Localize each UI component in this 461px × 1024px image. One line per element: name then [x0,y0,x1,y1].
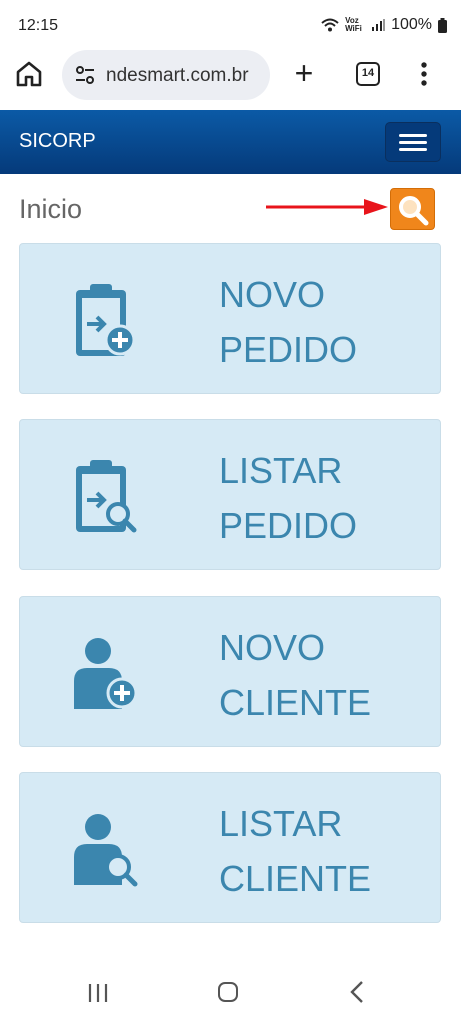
site-settings-icon[interactable] [74,64,96,86]
card-label: LISTAR PEDIDO [219,450,358,546]
status-indicators: Voz WiFi 100% [321,16,447,34]
more-vert-icon [421,62,427,86]
red-arrow-annotation [266,199,388,215]
home-button[interactable] [14,60,44,93]
page-title: Inicio [19,194,83,224]
user-add-icon [74,638,138,709]
battery-icon [438,17,447,33]
clipboard-add-icon [76,284,136,356]
browser-toolbar: ndesmart.com.br + 14 [0,48,461,110]
tab-switcher-button[interactable]: 14 [356,62,380,86]
new-tab-button[interactable]: + [289,56,319,90]
address-bar[interactable]: ndesmart.com.br [62,50,270,100]
battery-percent: 100% [391,16,432,33]
clipboard-search-icon [76,460,137,533]
card-listar-cliente[interactable]: LISTAR CLIENTE [19,772,441,923]
signal-icon [372,19,386,31]
back-icon[interactable] [349,980,365,1004]
system-nav-bar [0,960,461,1024]
user-search-icon [74,814,138,887]
card-listar-pedido[interactable]: LISTAR PEDIDO [19,419,441,570]
home-nav-icon[interactable] [218,982,238,1002]
network-label: Voz WiFi [345,16,362,33]
status-time: 12:15 [18,17,59,34]
home-icon [16,61,42,87]
hamburger-menu-button[interactable] [385,122,441,162]
status-bar: 12:15 Voz WiFi 100% [0,0,461,48]
card-novo-pedido[interactable]: NOVO PEDIDO [19,243,441,394]
hamburger-icon [399,134,427,137]
search-button[interactable] [390,188,435,230]
url-text[interactable]: ndesmart.com.br [106,65,249,87]
recents-icon[interactable] [86,982,110,1004]
card-label: NOVO CLIENTE [219,627,372,723]
navbar-brand[interactable]: SICORP [19,130,96,153]
wifi-icon [321,18,339,32]
card-label: NOVO PEDIDO [219,274,358,370]
card-label: LISTAR CLIENTE [219,803,372,899]
app-navbar: SICORP [0,110,461,174]
card-novo-cliente[interactable]: NOVO CLIENTE [19,596,441,747]
browser-menu-button[interactable] [420,61,428,92]
search-icon [399,196,429,226]
